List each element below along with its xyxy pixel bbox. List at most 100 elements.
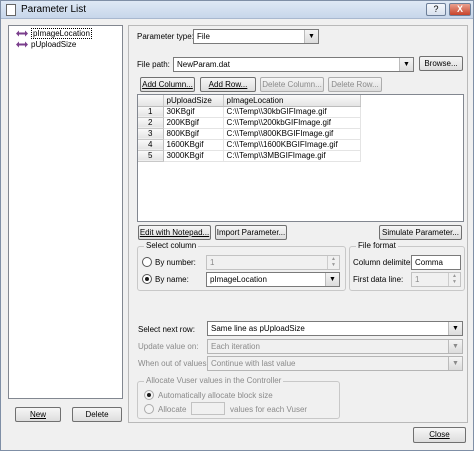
select-next-row-label: Select next row:	[138, 325, 195, 334]
parameter-tree[interactable]: pImageLocation pUploadSize	[8, 25, 123, 399]
row-number[interactable]: 1	[138, 106, 164, 118]
add-column-label: Add Column...	[142, 80, 193, 89]
table-cell[interactable]: C:\\Temp\\200kbGIFImage.gif	[223, 117, 361, 129]
table-cell[interactable]: 30KBgif	[163, 106, 224, 118]
edit-with-notepad-button[interactable]: Edit with Notepad...	[138, 225, 211, 240]
column-delimiter-value: Comma	[415, 258, 444, 267]
manual-allocate-label: Allocate	[158, 405, 187, 414]
manual-allocate-radio[interactable]	[144, 404, 154, 414]
when-out-of-values-select[interactable]: Continue with last value ▼	[207, 356, 463, 371]
table-row[interactable]: 5 3000KBgif C:\\Temp\\3MBGIFImage.gif	[138, 150, 361, 162]
tree-item-puploadsize[interactable]: pUploadSize	[15, 40, 76, 51]
spinner-arrows-icon[interactable]: ▲ ▼	[327, 256, 339, 269]
update-value-on-select[interactable]: Each iteration ▼	[207, 339, 463, 354]
column-header[interactable]: pUploadSize	[163, 95, 224, 107]
import-parameter-button[interactable]: Import Parameter...	[215, 225, 287, 240]
parameter-icon	[15, 30, 29, 37]
parameter-icon	[15, 41, 29, 48]
delete-row-label: Delete Row...	[331, 80, 379, 89]
table-row[interactable]: 2 200KBgif C:\\Temp\\200kbGIFImage.gif	[138, 117, 361, 129]
row-number[interactable]: 2	[138, 117, 164, 129]
parameter-list-window: Parameter List ? X pImageLocation pUploa…	[0, 0, 474, 451]
tree-item-label: pUploadSize	[31, 40, 77, 49]
chevron-down-icon[interactable]: ▼	[448, 322, 462, 335]
import-parameter-label: Import Parameter...	[216, 228, 286, 237]
table-row[interactable]: 1 30KBgif C:\\Temp\\30kbGIFImage.gif	[138, 106, 361, 118]
simulate-parameter-label: Simulate Parameter...	[382, 228, 459, 237]
add-row-button[interactable]: Add Row...	[200, 77, 256, 92]
file-path-value: NewParam.dat	[177, 60, 230, 69]
column-name-select[interactable]: pImageLocation ▼	[206, 272, 340, 287]
browse-button[interactable]: Browse...	[419, 56, 463, 71]
tree-item-label: pImageLocation	[31, 28, 92, 39]
column-number-input[interactable]: 1 ▲ ▼	[206, 255, 340, 270]
column-number-value: 1	[210, 258, 215, 267]
table-cell[interactable]: 800KBgif	[163, 128, 224, 140]
table-cell[interactable]: C:\\Temp\\3MBGIFImage.gif	[223, 150, 361, 162]
update-value-on-value: Each iteration	[211, 342, 260, 351]
delete-column-label: Delete Column...	[262, 80, 322, 89]
table-cell[interactable]: C:\\Temp\\1600KBGIFImage.gif	[223, 139, 361, 151]
edit-notepad-label: Edit with Notepad...	[139, 228, 210, 237]
parameter-type-value: File	[197, 32, 210, 41]
close-button-label: Close	[429, 430, 450, 439]
delete-column-button[interactable]: Delete Column...	[260, 77, 324, 92]
table-cell[interactable]: C:\\Temp\\800KBGIFImage.gif	[223, 128, 361, 140]
table-cell[interactable]: 3000KBgif	[163, 150, 224, 162]
table-cell[interactable]: C:\\Temp\\30kbGIFImage.gif	[223, 106, 361, 118]
table-cell[interactable]: 200KBgif	[163, 117, 224, 129]
window-title: Parameter List	[21, 4, 87, 15]
column-name-value: pImageLocation	[210, 275, 267, 284]
file-format-title: File format	[356, 241, 398, 250]
file-path-label: File path:	[137, 60, 170, 69]
row-number[interactable]: 4	[138, 139, 164, 151]
chevron-down-icon[interactable]: ▼	[448, 357, 462, 370]
allocate-suffix-label: values for each Vuser	[230, 405, 308, 414]
allocate-count-input[interactable]	[191, 402, 225, 415]
row-number[interactable]: 3	[138, 128, 164, 140]
corner-header	[138, 95, 164, 107]
by-number-radio[interactable]	[142, 257, 152, 267]
tree-item-pimagelocation[interactable]: pImageLocation	[15, 28, 92, 40]
add-column-button[interactable]: Add Column...	[140, 77, 195, 92]
delete-row-button[interactable]: Delete Row...	[328, 77, 382, 92]
document-icon	[6, 4, 16, 16]
parameter-type-select[interactable]: File ▼	[193, 29, 319, 44]
file-path-select[interactable]: NewParam.dat ▼	[173, 57, 414, 72]
data-grid[interactable]: pUploadSize pImageLocation 1 30KBgif C:\…	[137, 94, 464, 222]
table-header-row: pUploadSize pImageLocation	[138, 95, 361, 107]
new-button-label: New	[29, 410, 46, 419]
title-bar: Parameter List ? X	[1, 1, 473, 19]
chevron-down-icon[interactable]: ▼	[325, 273, 339, 286]
chevron-down-icon[interactable]: ▼	[448, 340, 462, 353]
close-button[interactable]: Close	[413, 427, 466, 443]
column-delimiter-select[interactable]: Comma	[411, 255, 461, 270]
parameter-type-label: Parameter type:	[137, 32, 194, 41]
chevron-down-icon[interactable]: ▼	[304, 30, 318, 43]
first-data-line-input[interactable]: 1 ▲ ▼	[411, 272, 461, 287]
by-name-radio[interactable]	[142, 274, 152, 284]
data-table: pUploadSize pImageLocation 1 30KBgif C:\…	[138, 95, 361, 162]
column-header[interactable]: pImageLocation	[223, 95, 361, 107]
table-row[interactable]: 4 1600KBgif C:\\Temp\\1600KBGIFImage.gif	[138, 139, 361, 151]
table-cell[interactable]: 1600KBgif	[163, 139, 224, 151]
delete-button[interactable]: Delete	[72, 407, 122, 422]
chevron-down-icon[interactable]: ▼	[399, 58, 413, 71]
browse-button-label: Browse...	[424, 59, 458, 68]
new-button[interactable]: New	[15, 407, 61, 422]
by-name-label[interactable]: By name:	[155, 275, 189, 284]
select-next-row-select[interactable]: Same line as pUploadSize ▼	[207, 321, 463, 336]
auto-allocate-label: Automatically allocate block size	[158, 391, 273, 400]
auto-allocate-radio[interactable]	[144, 390, 154, 400]
spinner-arrows-icon[interactable]: ▲ ▼	[448, 273, 460, 286]
simulate-parameter-button[interactable]: Simulate Parameter...	[379, 225, 462, 240]
close-window-button[interactable]: X	[449, 3, 471, 16]
by-number-label[interactable]: By number:	[155, 258, 196, 267]
row-number[interactable]: 5	[138, 150, 164, 162]
when-out-of-values-label: When out of values:	[138, 359, 209, 368]
help-button[interactable]: ?	[426, 3, 446, 16]
first-data-line-label: First data line:	[353, 275, 404, 284]
allocate-vuser-title: Allocate Vuser values in the Controller	[144, 376, 284, 385]
select-column-title: Select column	[144, 241, 199, 250]
table-row[interactable]: 3 800KBgif C:\\Temp\\800KBGIFImage.gif	[138, 128, 361, 140]
